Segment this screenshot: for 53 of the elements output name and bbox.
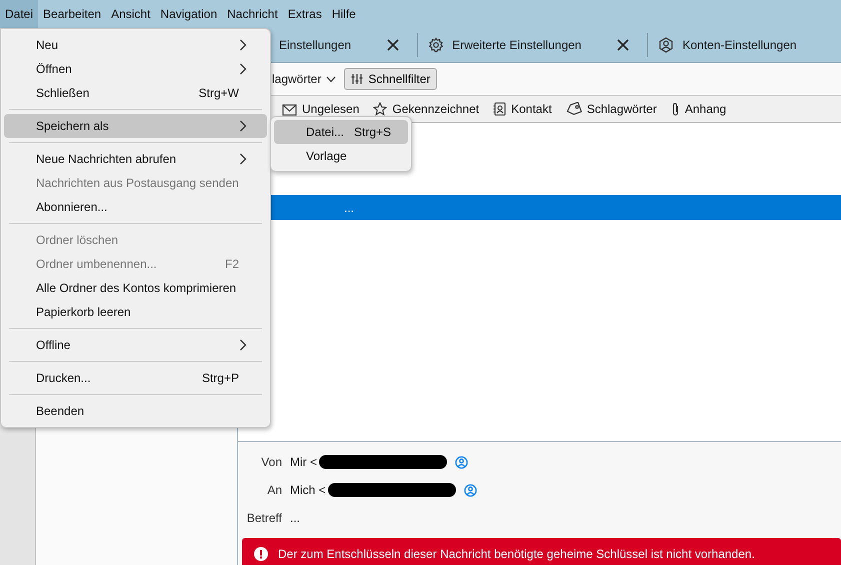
- menu-item[interactable]: Neu: [4, 33, 267, 57]
- tag-icon: [566, 102, 582, 116]
- menu-item[interactable]: Offline: [4, 333, 267, 357]
- menu-item[interactable]: Neue Nachrichten abrufen: [4, 147, 267, 171]
- tab[interactable]: Konten-Einstellungen: [647, 33, 807, 57]
- menu-item[interactable]: Datei... Strg+S: [274, 120, 408, 144]
- contact-card-icon: [493, 102, 506, 116]
- field-value: Mir <: [290, 455, 317, 469]
- menu-bar-item[interactable]: Datei: [0, 0, 38, 28]
- gear-icon: [428, 37, 444, 53]
- tab-label: Konten-Einstellungen: [682, 38, 797, 52]
- menu-bar-item[interactable]: Extras: [282, 0, 327, 28]
- field-value: Mich <: [290, 483, 326, 497]
- filter-button[interactable]: Ungelesen: [282, 102, 360, 116]
- menu-item[interactable]: Speichern als: [4, 114, 267, 138]
- sliders-icon: [351, 73, 364, 85]
- filter-button[interactable]: Schlagwörter: [566, 102, 657, 116]
- menu-item[interactable]: Vorlage: [274, 144, 408, 168]
- alert-icon: [254, 547, 268, 561]
- field-value: ...: [290, 511, 300, 525]
- tags-dropdown[interactable]: lagwörter: [272, 72, 336, 86]
- menu-item[interactable]: Drucken... Strg+P: [4, 366, 267, 390]
- tab-label: Einstellungen: [279, 38, 352, 52]
- close-icon[interactable]: [617, 39, 630, 51]
- paperclip-icon: [670, 102, 680, 116]
- field-label: An: [266, 483, 282, 497]
- menu-bar-item[interactable]: Ansicht: [106, 0, 156, 28]
- quick-filter-button[interactable]: Schnellfilter: [344, 68, 438, 90]
- error-message: Der zum Entschlüsseln dieser Nachricht benötigte geheime Schlüssel ist nicht vorhanden.: [278, 547, 755, 561]
- contact-icon[interactable]: [455, 456, 468, 468]
- menu-bar-item[interactable]: Bearbeiten: [38, 0, 106, 28]
- menu-item[interactable]: Papierkorb leeren: [4, 300, 267, 324]
- menu-bar-item[interactable]: Navigation: [155, 0, 222, 28]
- menu-bar-item[interactable]: Hilfe: [326, 0, 361, 28]
- field-label: Von: [260, 455, 282, 469]
- chevron-down-icon: [326, 76, 336, 82]
- account-icon: [658, 37, 674, 53]
- menu-item[interactable]: Öffnen: [4, 57, 267, 81]
- filter-button[interactable]: Gekennzeichnet: [373, 102, 480, 116]
- menu-bar-item[interactable]: Nachricht: [222, 0, 283, 28]
- tab[interactable]: Erweiterte Einstellungen: [417, 33, 640, 57]
- field-label: Betreff: [246, 511, 282, 525]
- menu-item[interactable]: Alle Ordner des Kontos komprimieren: [4, 276, 267, 300]
- contact-icon[interactable]: [464, 484, 477, 496]
- filter-button[interactable]: Kontakt: [493, 102, 552, 116]
- menu-item[interactable]: Schließen Strg+W: [4, 81, 267, 105]
- tab-label: Erweiterte Einstellungen: [452, 38, 582, 52]
- star-icon: [373, 102, 388, 116]
- tab[interactable]: Einstellungen: [279, 33, 410, 57]
- filter-button[interactable]: Anhang: [670, 102, 726, 116]
- menu-item[interactable]: Beenden: [4, 399, 267, 423]
- envelope-icon: [282, 102, 297, 116]
- close-icon[interactable]: [387, 39, 400, 51]
